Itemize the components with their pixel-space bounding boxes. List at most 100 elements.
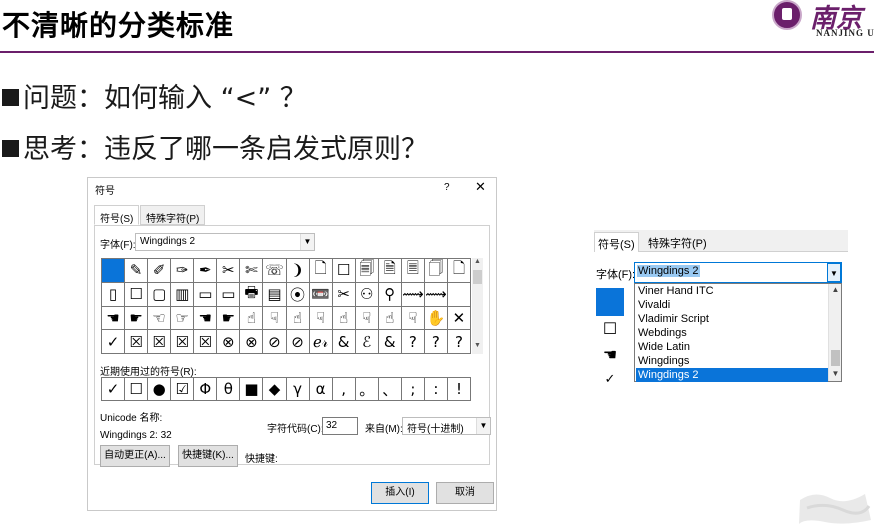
zoom-symbol-cell[interactable]: ☐ — [596, 317, 624, 343]
symbol-cell[interactable]: ☐ — [332, 259, 356, 283]
font-option[interactable]: Viner Hand ITC — [638, 284, 828, 298]
symbol-cell[interactable]: ✕ — [447, 306, 471, 331]
symbol-cell[interactable]: ⚲ — [378, 282, 402, 307]
symbol-cell[interactable]: ℯ𝓇 — [309, 330, 333, 354]
scroll-up-icon[interactable]: ▲ — [829, 285, 842, 294]
symbol-cell[interactable]: ▤ — [263, 282, 287, 307]
font-option[interactable]: Vivaldi — [638, 298, 828, 312]
char-code-input[interactable]: 32 — [322, 417, 358, 435]
symbol-cell[interactable]: ☛ — [217, 306, 241, 331]
from-select[interactable]: 符号(十进制) ▼ — [402, 417, 491, 435]
symbol-cell[interactable]: ☏ — [263, 259, 287, 283]
symbol-cell[interactable]: 🗏 — [401, 259, 425, 283]
symbol-cell[interactable]: ☒ — [148, 330, 172, 354]
tab-special-characters[interactable]: 特殊字符(P) — [140, 205, 206, 225]
symbol-cell[interactable]: ☟ — [263, 306, 287, 331]
font-option[interactable]: Webdings — [638, 326, 828, 340]
recent-symbol-cell[interactable]: Φ — [194, 378, 218, 401]
font-option[interactable]: Vladimir Script — [638, 312, 828, 326]
symbol-cell[interactable]: ℰ — [355, 330, 379, 354]
recent-symbol-cell[interactable]: ☐ — [125, 378, 149, 401]
recent-symbol-cell[interactable]: : — [424, 378, 448, 401]
chevron-down-icon[interactable]: ▼ — [476, 418, 490, 434]
symbol-cell[interactable]: ▢ — [148, 282, 172, 307]
symbol-cell[interactable]: ⊘ — [263, 330, 287, 354]
symbol-cell[interactable] — [447, 282, 471, 307]
symbol-cell[interactable]: ⊗ — [217, 330, 241, 354]
recent-symbol-cell[interactable]: ; — [401, 378, 425, 401]
symbol-cell[interactable]: ☒ — [125, 330, 149, 354]
symbol-cell[interactable]: ✓ — [102, 330, 126, 354]
symbol-cell[interactable]: ☝ — [286, 306, 310, 331]
symbol-cell[interactable]: 📼 — [309, 282, 333, 307]
symbol-cell[interactable]: ⦿ — [286, 282, 310, 307]
symbol-cell[interactable]: ☟ — [355, 306, 379, 331]
symbol-cell-selected[interactable] — [102, 259, 126, 283]
symbol-cell[interactable]: ✋ — [424, 306, 448, 331]
symbol-cell[interactable]: 🗐 — [355, 259, 379, 283]
recent-symbol-cell[interactable]: ● — [148, 378, 172, 401]
symbol-cell[interactable]: & — [378, 330, 402, 354]
symbol-cell[interactable]: ☟ — [401, 306, 425, 331]
symbol-cell[interactable]: ☚ — [194, 306, 218, 331]
recent-symbol-cell[interactable]: ! — [447, 378, 471, 401]
symbol-cell[interactable]: ⊘ — [286, 330, 310, 354]
symbol-cell[interactable]: & — [332, 330, 356, 354]
symbol-cell[interactable]: ▭ — [194, 282, 218, 307]
autocorrect-button[interactable]: 自动更正(A)... — [100, 445, 170, 467]
symbol-cell[interactable]: 🗋 — [447, 259, 471, 283]
symbol-cell[interactable]: ⟿ — [424, 282, 448, 307]
recent-symbol-cell[interactable]: ■ — [240, 378, 264, 401]
recent-symbol-cell[interactable]: α — [309, 378, 333, 401]
symbol-cell[interactable]: ☝ — [240, 306, 264, 331]
symbol-cell[interactable]: ☝ — [378, 306, 402, 331]
symbol-cell[interactable]: ☟ — [309, 306, 333, 331]
recent-symbol-cell[interactable]: ◆ — [263, 378, 287, 401]
recent-symbol-cell[interactable]: γ — [286, 378, 310, 401]
scroll-up-icon[interactable]: ▲ — [472, 258, 483, 265]
symbol-cell[interactable]: ▭ — [217, 282, 241, 307]
symbol-cell[interactable]: ✄ — [240, 259, 264, 283]
symbol-cell[interactable]: ✒ — [194, 259, 218, 283]
symbol-cell[interactable]: ☛ — [125, 306, 149, 331]
scrollbar-thumb[interactable] — [831, 350, 840, 366]
zoom-tab-special-characters[interactable]: 特殊字符(P) — [645, 232, 710, 252]
symbol-grid-scrollbar[interactable]: ▲ ▼ — [472, 258, 483, 354]
chevron-down-icon[interactable]: ▼ — [300, 234, 314, 250]
zoom-symbol-cell[interactable]: ☚ — [596, 343, 624, 369]
scroll-down-icon[interactable]: ▼ — [472, 342, 483, 349]
recent-symbol-cell[interactable]: 、 — [378, 378, 402, 401]
font-option[interactable]: Wide Latin — [638, 340, 828, 354]
recent-symbol-cell[interactable]: ☑ — [171, 378, 195, 401]
symbol-cell[interactable]: ? — [401, 330, 425, 354]
recent-symbol-cell[interactable]: ✓ — [102, 378, 126, 401]
symbol-cell[interactable]: ▥ — [171, 282, 195, 307]
font-option-selected[interactable]: Wingdings 2 — [636, 368, 828, 382]
symbol-cell[interactable]: ☒ — [194, 330, 218, 354]
symbol-cell[interactable]: ✑ — [171, 259, 195, 283]
symbol-cell[interactable]: ✂ — [217, 259, 241, 283]
symbol-cell[interactable]: ☚ — [102, 306, 126, 331]
symbol-cell[interactable]: ☞ — [171, 306, 195, 331]
recent-symbol-cell[interactable]: 。 — [355, 378, 379, 401]
symbol-cell[interactable]: 🗋 — [309, 259, 333, 283]
scrollbar-thumb[interactable] — [473, 270, 482, 284]
insert-button[interactable]: 插入(I) — [371, 482, 429, 504]
font-dropdown-scrollbar[interactable]: ▲ ▼ — [828, 284, 841, 381]
symbol-cell[interactable]: ⊗ — [240, 330, 264, 354]
symbol-cell[interactable]: ❩ — [286, 259, 310, 283]
symbol-cell[interactable]: ✐ — [148, 259, 172, 283]
tab-symbols[interactable]: 符号(S) — [94, 205, 140, 225]
recent-symbol-cell[interactable]: , — [332, 378, 356, 401]
scroll-down-icon[interactable]: ▼ — [829, 369, 842, 378]
symbol-cell[interactable]: ⟿ — [401, 282, 425, 307]
symbol-cell[interactable]: ☒ — [171, 330, 195, 354]
shortcut-key-button[interactable]: 快捷键(K)... — [178, 445, 238, 467]
symbol-cell[interactable]: ? — [447, 330, 471, 354]
zoom-tab-symbols[interactable]: 符号(S) — [594, 232, 639, 252]
recent-symbol-cell[interactable]: θ — [217, 378, 241, 401]
symbol-cell[interactable]: ☝ — [332, 306, 356, 331]
close-icon[interactable]: ✕ — [475, 179, 486, 195]
chevron-down-icon[interactable]: ▼ — [827, 263, 841, 282]
symbol-cell[interactable]: ☜ — [148, 306, 172, 331]
